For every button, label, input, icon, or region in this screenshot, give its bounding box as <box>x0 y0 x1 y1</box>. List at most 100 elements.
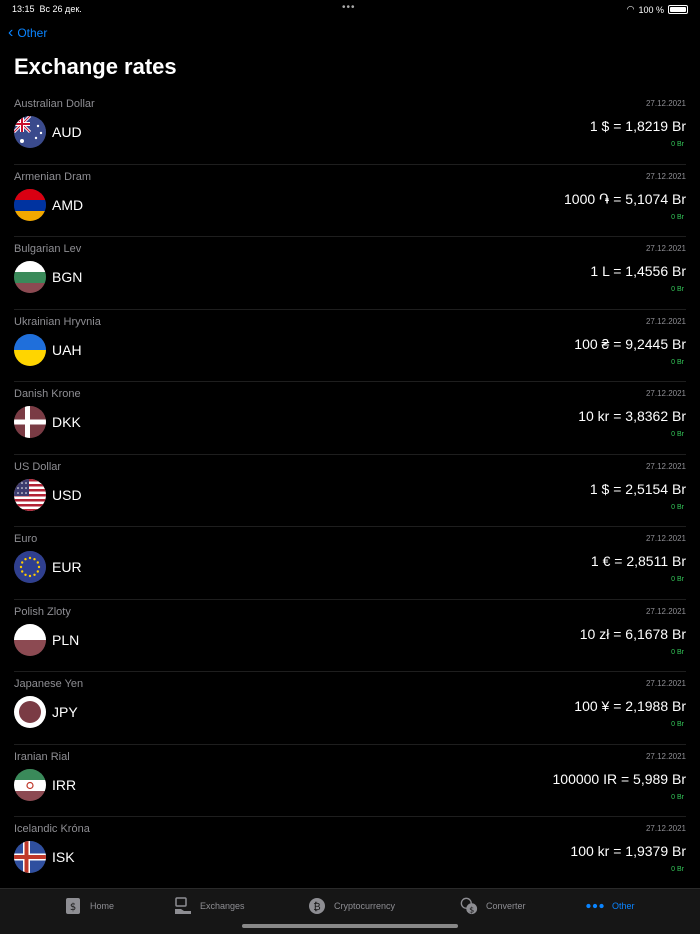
rate-date: 27.12.2021 <box>645 244 686 253</box>
rate-change: 0 Br <box>671 866 684 873</box>
rate-date: 27.12.2021 <box>645 461 686 471</box>
flag-aud-icon <box>14 116 46 148</box>
svg-text:₿: ₿ <box>313 901 320 913</box>
currency-code: USD <box>52 486 82 503</box>
exchange-rate: 1 L = 1,4556 Br <box>590 263 686 279</box>
currency-code: JPY <box>52 704 78 720</box>
back-button-label: Other <box>17 26 48 40</box>
rate-date: 27.12.2021 <box>645 534 686 543</box>
currency-code: PLN <box>52 631 80 648</box>
currency-name: Bulgarian Lev <box>14 243 82 255</box>
dollar-doc-icon: $ <box>64 897 82 915</box>
exchange-rate: 100 ¥ = 2,1988 Br <box>574 698 686 714</box>
status-right: ◠ 100 % <box>627 4 688 15</box>
exchange-rate: 1000 ֏ = 5,1074 Br <box>564 190 686 207</box>
exchange-rate: 10 zł = 6,1678 Br <box>579 625 686 642</box>
flag-uah-icon <box>14 333 46 366</box>
back-button[interactable]: ‹ Other <box>8 24 48 41</box>
bitcoin-icon: ₿ <box>308 897 326 915</box>
exchange-hand-icon <box>174 897 192 915</box>
page-title: Exchange rates <box>14 54 177 79</box>
rate-date: 27.12.2021 <box>645 751 686 761</box>
more-dots-icon <box>586 897 604 915</box>
flag-bgn-icon <box>14 261 46 293</box>
rate-change: 0 Br <box>671 576 684 583</box>
rate-change: 0 Br <box>671 431 684 438</box>
wifi-icon: ◠ <box>626 4 635 14</box>
currency-row-usd[interactable]: US Dollar 27.12.2021 USD 1 $ = 2,5154 Br… <box>14 455 686 527</box>
tab-home[interactable]: $ Home <box>64 897 114 915</box>
rate-date: 27.12.2021 <box>645 316 686 326</box>
currency-code: AMD <box>52 196 84 213</box>
currency-row-eur[interactable]: Euro 27.12.2021 EUR 1 € = 2,8511 Br 0 Br <box>14 527 686 600</box>
status-time: 13:15 Вс 26 дек. <box>12 4 82 14</box>
rate-change: 0 Br <box>671 721 684 728</box>
currency-code: DKK <box>52 414 81 430</box>
flag-jpy-icon <box>14 696 46 728</box>
tab-other[interactable]: Other <box>586 897 635 915</box>
multitasking-dots-icon[interactable]: ••• <box>342 2 356 13</box>
currency-code: EUR <box>52 559 82 575</box>
home-indicator[interactable] <box>242 924 458 928</box>
flag-irr-icon <box>14 768 46 801</box>
currency-row-bgn[interactable]: Bulgarian Lev 27.12.2021 BGN 1 L = 1,455… <box>14 237 686 310</box>
exchange-rate: 100000 IR = 5,989 Br <box>552 770 687 787</box>
svg-text:$: $ <box>70 902 76 913</box>
currency-row-amd[interactable]: Armenian Dram 27.12.2021 AMD 1000 ֏ = 5,… <box>14 165 686 237</box>
battery-icon <box>668 5 688 14</box>
rate-change: 0 Br <box>671 358 684 366</box>
tab-converter[interactable]: $ Converter <box>460 897 526 915</box>
currency-name: Polish Zloty <box>14 605 71 618</box>
currency-name: Armenian Dram <box>14 170 92 183</box>
flag-usd-icon <box>14 478 46 511</box>
exchange-rate: 1 $ = 1,8219 Br <box>589 118 686 134</box>
currency-list: Australian Dollar 27.12.2021 AUD 1 $ = 1… <box>14 92 686 890</box>
exchange-rate: 1 $ = 2,5154 Br <box>589 480 686 497</box>
currency-name: Iranian Rial <box>14 750 70 763</box>
tab-cryptocurrency[interactable]: ₿ Cryptocurrency <box>308 897 395 915</box>
currency-name: US Dollar <box>14 460 62 473</box>
currency-name: Japanese Yen <box>14 678 84 690</box>
tab-label: Cryptocurrency <box>334 901 396 911</box>
status-bar: 13:15 Вс 26 дек. ••• ◠ 100 % <box>0 0 700 20</box>
currency-name: Danish Krone <box>14 388 81 400</box>
tab-label: Home <box>90 901 115 911</box>
currency-row-irr[interactable]: Iranian Rial 27.12.2021 IRR 100000 IR = … <box>14 745 687 817</box>
currency-code: BGN <box>52 269 83 285</box>
currency-row-pln[interactable]: Polish Zloty 27.12.2021 PLN 10 zł = 6,16… <box>14 600 686 672</box>
currency-code: AUD <box>52 124 82 140</box>
svg-text:$: $ <box>469 904 474 914</box>
rate-change: 0 Br <box>671 503 684 511</box>
currency-code: ISK <box>52 849 75 865</box>
rate-date: 27.12.2021 <box>645 171 686 181</box>
flag-isk-icon <box>14 841 46 873</box>
flag-amd-icon <box>14 188 46 221</box>
currency-row-isk[interactable]: Icelandic Króna 27.12.2021 ISK 100 kr = … <box>14 817 686 890</box>
currency-code: IRR <box>52 776 77 793</box>
converter-coins-icon: $ <box>460 897 478 915</box>
rate-change: 0 Br <box>671 648 684 656</box>
currency-name: Icelandic Króna <box>14 823 90 835</box>
currency-row-jpy[interactable]: Japanese Yen 27.12.2021 JPY 100 ¥ = 2,19… <box>14 672 686 745</box>
currency-row-uah[interactable]: Ukrainian Hryvnia 27.12.2021 UAH 100 ₴ =… <box>14 310 686 382</box>
exchange-rate: 1 € = 2,8511 Br <box>590 553 686 569</box>
currency-name: Ukrainian Hryvnia <box>14 315 101 328</box>
tab-label: Converter <box>486 901 526 911</box>
chevron-left-icon: ‹ <box>8 24 14 41</box>
exchange-rate: 100 ₴ = 9,2445 Br <box>574 335 686 352</box>
tab-label: Exchanges <box>200 901 245 911</box>
flag-dkk-icon <box>14 406 46 438</box>
currency-name: Australian Dollar <box>14 98 95 110</box>
tab-label: Other <box>612 901 635 911</box>
rate-date: 27.12.2021 <box>645 824 686 833</box>
tab-exchanges[interactable]: Exchanges <box>174 897 245 915</box>
exchange-rate: 100 kr = 1,9379 Br <box>570 843 686 859</box>
currency-row-aud[interactable]: Australian Dollar 27.12.2021 AUD 1 $ = 1… <box>14 92 686 165</box>
currency-code: UAH <box>52 341 82 358</box>
currency-row-dkk[interactable]: Danish Krone 27.12.2021 DKK 10 kr = 3,83… <box>14 382 686 455</box>
rate-change: 0 Br <box>671 793 684 801</box>
battery-percent: 100 % <box>638 4 664 15</box>
rate-change: 0 Br <box>671 141 684 148</box>
flag-pln-icon <box>14 623 46 656</box>
rate-date: 27.12.2021 <box>645 679 686 688</box>
